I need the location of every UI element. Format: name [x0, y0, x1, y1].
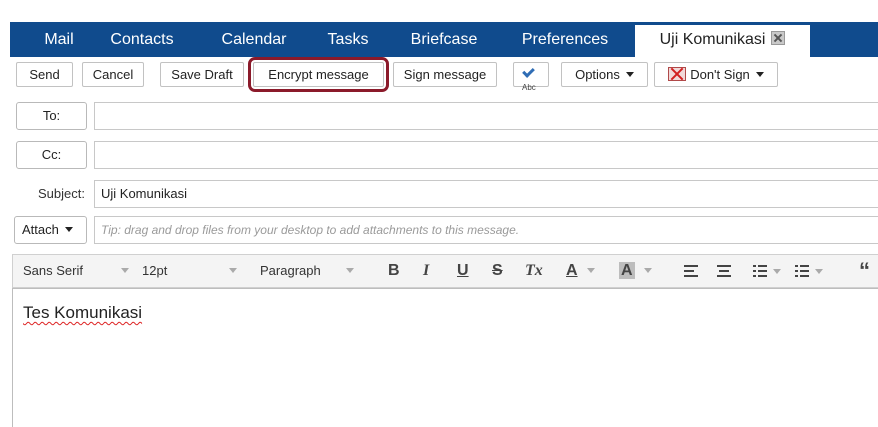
- attach-dropdown[interactable]: Attach: [14, 216, 87, 244]
- subject-label: Subject:: [38, 186, 85, 201]
- chevron-down-icon[interactable]: [773, 269, 781, 274]
- tab-briefcase[interactable]: Briefcase: [396, 22, 492, 57]
- send-button[interactable]: Send: [16, 62, 73, 87]
- chevron-down-icon: [644, 268, 653, 273]
- encrypt-message-button[interactable]: Encrypt message: [248, 57, 389, 92]
- bold-button[interactable]: B: [388, 255, 400, 287]
- strikethrough-button[interactable]: S: [492, 255, 503, 287]
- options-dropdown[interactable]: Options: [561, 62, 648, 87]
- to-button[interactable]: To:: [16, 102, 87, 130]
- font-color-icon: A: [566, 262, 578, 279]
- font-size-select[interactable]: 12pt: [142, 255, 237, 287]
- options-label: Options: [575, 67, 620, 82]
- chevron-down-icon: [755, 72, 764, 77]
- chevron-down-icon[interactable]: [815, 269, 823, 274]
- italic-button[interactable]: I: [423, 255, 429, 287]
- align-center-icon[interactable]: [717, 265, 731, 277]
- dont-sign-label: Don't Sign: [690, 67, 750, 82]
- highlight-color-icon: A: [619, 262, 635, 279]
- chevron-down-icon: [120, 268, 129, 273]
- tab-calendar[interactable]: Calendar: [206, 22, 302, 57]
- block-format-select[interactable]: Paragraph: [260, 255, 355, 287]
- attach-label: Attach: [22, 222, 59, 237]
- dont-sign-dropdown[interactable]: Don't Sign: [654, 62, 778, 87]
- tab-tasks[interactable]: Tasks: [318, 22, 378, 57]
- cancel-button[interactable]: Cancel: [82, 62, 144, 87]
- chevron-down-icon: [64, 227, 73, 232]
- spell-check-icon: Abc: [521, 65, 541, 92]
- close-icon[interactable]: [771, 31, 786, 45]
- save-draft-button[interactable]: Save Draft: [160, 62, 244, 87]
- no-signature-icon: [668, 67, 687, 81]
- tab-contacts[interactable]: Contacts: [96, 22, 188, 57]
- message-body-editor[interactable]: Tes Komunikasi: [12, 288, 878, 427]
- cc-field[interactable]: [94, 141, 878, 169]
- sign-message-button[interactable]: Sign message: [393, 62, 497, 87]
- tab-preferences[interactable]: Preferences: [508, 22, 622, 57]
- chevron-down-icon: [587, 268, 596, 273]
- subject-field[interactable]: Uji Komunikasi: [94, 180, 878, 208]
- font-family-select[interactable]: Sans Serif: [23, 255, 129, 287]
- chevron-down-icon: [625, 72, 634, 77]
- tab-uji-komunikasi-label: Uji Komunikasi: [659, 31, 766, 48]
- formatting-toolbar: Sans Serif 12pt Paragraph B I U S Tx A A…: [12, 254, 878, 288]
- highlight-color-button[interactable]: A: [619, 255, 653, 287]
- underline-button[interactable]: U: [457, 255, 469, 287]
- align-left-icon[interactable]: [684, 265, 698, 277]
- tab-mail[interactable]: Mail: [30, 22, 88, 57]
- clear-formatting-button[interactable]: Tx: [525, 255, 543, 287]
- chevron-down-icon: [228, 268, 237, 273]
- bullet-list-icon[interactable]: [753, 265, 767, 277]
- to-field[interactable]: [94, 102, 878, 130]
- spell-check-abc-text: Abc: [522, 83, 536, 93]
- font-color-button[interactable]: A: [566, 255, 596, 287]
- spell-check-button[interactable]: Abc: [513, 62, 549, 92]
- chevron-down-icon: [346, 268, 355, 273]
- cc-button[interactable]: Cc:: [16, 141, 87, 169]
- numbered-list-icon[interactable]: [795, 265, 809, 277]
- font-size-value: 12pt: [142, 263, 168, 278]
- attachment-drop-zone[interactable]: Tip: drag and drop files from your deskt…: [94, 216, 878, 244]
- block-format-value: Paragraph: [260, 263, 321, 278]
- blockquote-icon[interactable]: “: [859, 255, 870, 287]
- tab-uji-komunikasi[interactable]: Uji Komunikasi: [634, 25, 810, 57]
- message-body-text: Tes Komunikasi: [23, 303, 143, 322]
- font-family-value: Sans Serif: [23, 263, 83, 278]
- app-tab-bar: Mail Contacts Calendar Tasks Briefcase P…: [0, 0, 878, 57]
